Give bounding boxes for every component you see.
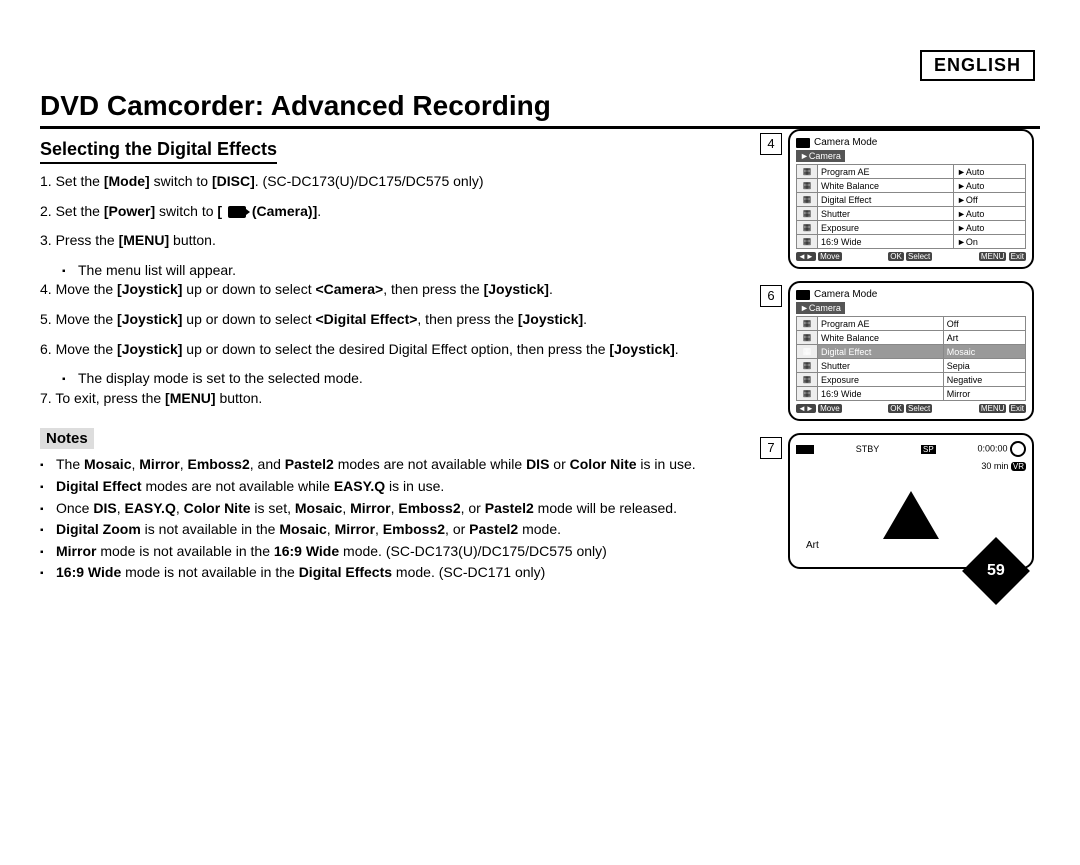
menu-row: ▦Digital EffectMosaic [797, 345, 1026, 359]
step-item: 6. Move the [Joystick] up or down to sel… [40, 340, 740, 360]
nav-exit: Exit [1009, 252, 1026, 261]
menu-row: ▦Shutter►Auto [797, 207, 1026, 221]
notes-list: The Mosaic, Mirror, Emboss2, and Pastel2… [40, 455, 740, 583]
nav-move: Move [818, 252, 842, 261]
step-sub-item: The menu list will appear. [62, 261, 740, 281]
sp-badge: SP [921, 445, 936, 454]
menu-row: ▦16:9 Wide►On [797, 235, 1026, 249]
note-item: Digital Effect modes are not available w… [40, 477, 740, 497]
note-item: Digital Zoom is not available in the Mos… [40, 520, 740, 540]
menu-row: ▦Program AEOff [797, 317, 1026, 331]
page-title: DVD Camcorder: Advanced Recording [40, 90, 1040, 129]
nav-row: ◄► Move OK Select MENU Exit [796, 252, 1026, 261]
step-item: 1. Set the [Mode] switch to [DISC]. (SC-… [40, 172, 740, 192]
menu-header: ►Camera [796, 302, 845, 314]
vr-badge: VR [1011, 462, 1026, 471]
figure-6: 6 Camera Mode ►Camera ▦Program AEOff▦Whi… [760, 281, 1040, 421]
menu-row: ▦16:9 WideMirror [797, 387, 1026, 401]
note-item: Once DIS, EASY.Q, Color Nite is set, Mos… [40, 499, 740, 519]
play-triangle-icon [883, 491, 939, 539]
note-item: 16:9 Wide mode is not available in the D… [40, 563, 740, 583]
note-item: The Mosaic, Mirror, Emboss2, and Pastel2… [40, 455, 740, 475]
time-label: 0:00:00 [977, 443, 1007, 453]
section-subtitle: Selecting the Digital Effects [40, 139, 277, 164]
mode-title: Camera Mode [814, 289, 877, 300]
step-item: 3. Press the [MENU] button. [40, 231, 740, 251]
nav-row: ◄► Move OK Select MENU Exit [796, 404, 1026, 413]
camcorder-icon [796, 138, 810, 148]
nav-move: Move [818, 404, 842, 413]
mode-title: Camera Mode [814, 137, 877, 148]
camcorder-icon [796, 290, 810, 300]
camcorder-screen: Camera Mode ►Camera ▦Program AEOff▦White… [788, 281, 1034, 421]
nav-select: Select [906, 404, 932, 413]
menu-row: ▦Exposure►Auto [797, 221, 1026, 235]
disc-icon [1010, 441, 1026, 457]
menu-header: ►Camera [796, 150, 845, 162]
steps-list: 1. Set the [Mode] switch to [DISC]. (SC-… [40, 172, 740, 408]
step-item: 7. To exit, press the [MENU] button. [40, 389, 740, 409]
camcorder-screen: Camera Mode ►Camera ▦Program AE►Auto▦Whi… [788, 129, 1034, 269]
stby-label: STBY [856, 444, 880, 454]
figure-number: 7 [760, 437, 782, 459]
step-sub-item: The display mode is set to the selected … [62, 369, 740, 389]
menu-row: ▦White BalanceArt [797, 331, 1026, 345]
nav-select: Select [906, 252, 932, 261]
menu-row: ▦ExposureNegative [797, 373, 1026, 387]
menu-row: ▦Program AE►Auto [797, 165, 1026, 179]
battery-icon [796, 445, 814, 454]
language-box: ENGLISH [920, 50, 1035, 81]
menu-row: ▦White Balance►Auto [797, 179, 1026, 193]
nav-exit: Exit [1009, 404, 1026, 413]
notes-label: Notes [40, 428, 94, 449]
note-item: Mirror mode is not available in the 16:9… [40, 542, 740, 562]
figure-number: 6 [760, 285, 782, 307]
step-item: 4. Move the [Joystick] up or down to sel… [40, 280, 740, 300]
menu-row: ▦Digital Effect►Off [797, 193, 1026, 207]
effect-label: Art [806, 540, 819, 551]
step-item: 2. Set the [Power] switch to [ (Camera)]… [40, 202, 740, 222]
menu-row: ▦ShutterSepia [797, 359, 1026, 373]
menu-table: ▦Program AEOff▦White BalanceArt▦Digital … [796, 316, 1026, 401]
menu-table: ▦Program AE►Auto▦White Balance►Auto▦Digi… [796, 164, 1026, 249]
remain-label: 30 min [981, 461, 1008, 471]
figure-4: 4 Camera Mode ►Camera ▦Program AE►Auto▦W… [760, 129, 1040, 269]
figure-number: 4 [760, 133, 782, 155]
camera-icon [228, 206, 246, 218]
step-item: 5. Move the [Joystick] up or down to sel… [40, 310, 740, 330]
